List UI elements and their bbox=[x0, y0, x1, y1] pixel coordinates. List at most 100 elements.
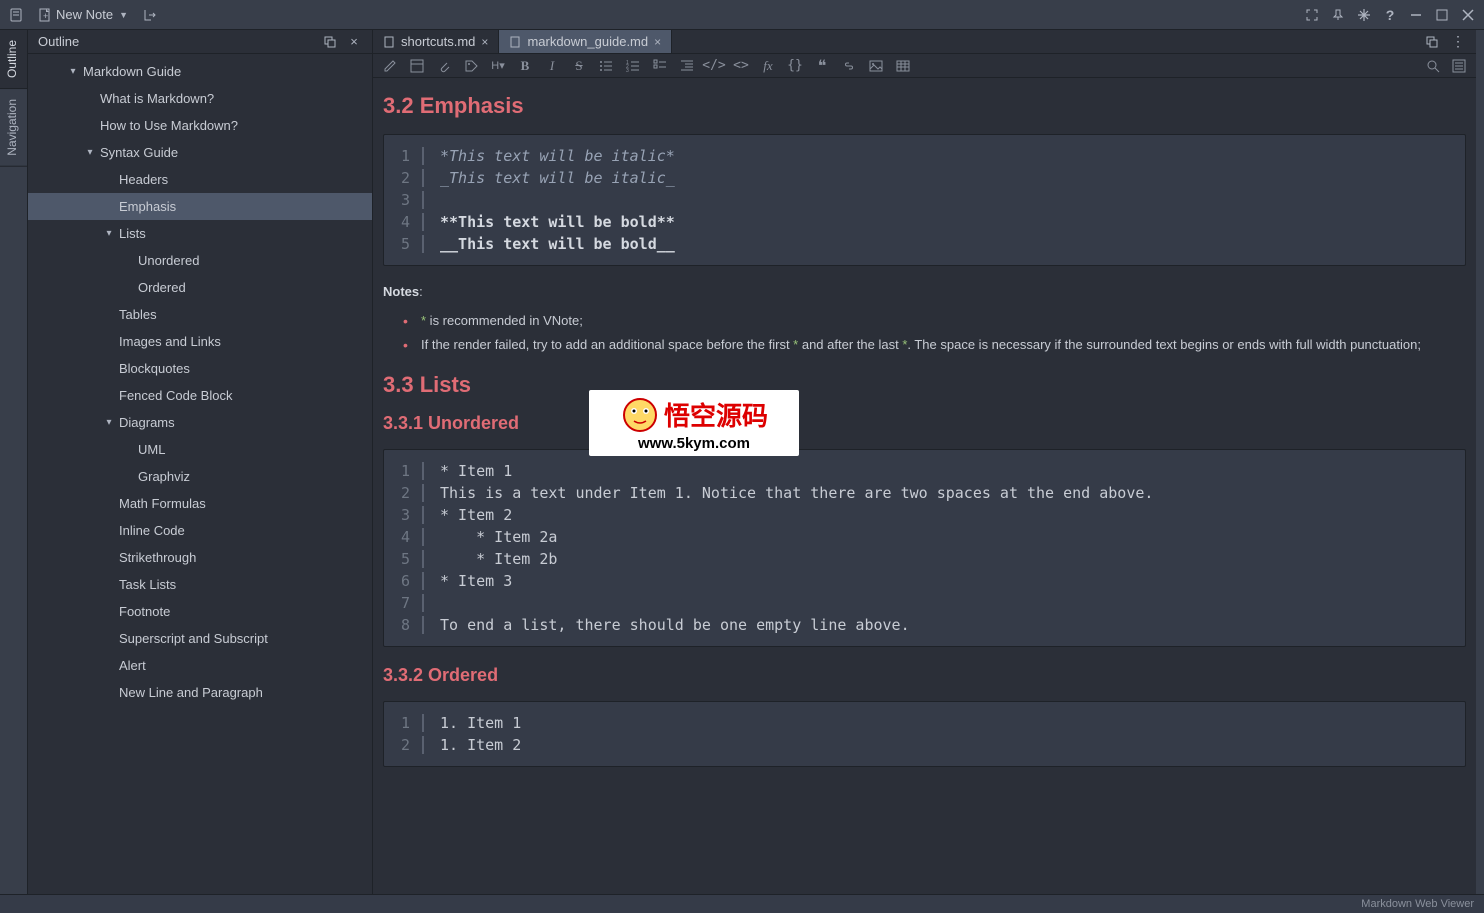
ol-icon[interactable]: 123 bbox=[624, 57, 642, 75]
tree-item[interactable]: Emphasis bbox=[28, 193, 372, 220]
tree-label: Lists bbox=[119, 226, 146, 241]
image-icon[interactable] bbox=[867, 57, 885, 75]
tree-item[interactable]: UML bbox=[28, 436, 372, 463]
side-tab-navigation[interactable]: Navigation bbox=[0, 89, 27, 167]
status-text: Markdown Web Viewer bbox=[1361, 898, 1474, 910]
tree-label: Tables bbox=[119, 307, 157, 322]
tab-close-icon[interactable]: × bbox=[481, 35, 488, 49]
expand-icon[interactable] bbox=[1304, 7, 1320, 23]
math-icon[interactable]: fx bbox=[759, 57, 777, 75]
link-icon[interactable] bbox=[840, 57, 858, 75]
tree-item[interactable]: Graphviz bbox=[28, 463, 372, 490]
tree-label: Headers bbox=[119, 172, 168, 187]
tree-item[interactable]: Blockquotes bbox=[28, 355, 372, 382]
section-icon[interactable] bbox=[408, 57, 426, 75]
code-line: 21. Item 2 bbox=[384, 734, 1465, 756]
editor-tab[interactable]: markdown_guide.md× bbox=[499, 30, 672, 53]
content-scrollbar[interactable] bbox=[1476, 30, 1484, 894]
close-icon[interactable] bbox=[1460, 7, 1476, 23]
tree-item[interactable]: What is Markdown? bbox=[28, 85, 372, 112]
tree-label: Math Formulas bbox=[119, 496, 206, 511]
tree-item[interactable]: New Line and Paragraph bbox=[28, 679, 372, 706]
tree-item[interactable]: Alert bbox=[28, 652, 372, 679]
caret-icon bbox=[103, 309, 115, 321]
tree-item[interactable]: ▾Syntax Guide bbox=[28, 139, 372, 166]
line-number: 3 bbox=[384, 506, 424, 524]
tree-item[interactable]: Headers bbox=[28, 166, 372, 193]
caret-icon bbox=[103, 363, 115, 375]
inline-code-icon[interactable]: <> bbox=[732, 57, 750, 75]
tree-item[interactable]: Strikethrough bbox=[28, 544, 372, 571]
notes-list: * is recommended in VNote; If the render… bbox=[407, 311, 1466, 354]
line-number: 1 bbox=[384, 714, 424, 732]
line-number: 2 bbox=[384, 169, 424, 187]
copy-icon[interactable] bbox=[322, 34, 338, 50]
help-icon[interactable]: ? bbox=[1382, 7, 1398, 23]
tree-item[interactable]: Ordered bbox=[28, 274, 372, 301]
braces-icon[interactable]: {} bbox=[786, 57, 804, 75]
tree-item[interactable]: Unordered bbox=[28, 247, 372, 274]
code-text: __This text will be bold__ bbox=[440, 235, 675, 253]
settings-icon[interactable] bbox=[1356, 7, 1372, 23]
search-icon[interactable] bbox=[1424, 57, 1442, 75]
svg-text:3: 3 bbox=[626, 68, 629, 73]
notebook-icon[interactable] bbox=[8, 7, 24, 23]
windows-icon[interactable] bbox=[1424, 34, 1440, 50]
tree-item[interactable]: Tables bbox=[28, 301, 372, 328]
pin-icon[interactable] bbox=[1330, 7, 1346, 23]
checklist-icon[interactable] bbox=[651, 57, 669, 75]
caret-icon bbox=[84, 93, 96, 105]
new-note-label: New Note bbox=[56, 7, 113, 22]
code-text: * Item 2a bbox=[440, 528, 557, 546]
heading-icon[interactable]: H▾ bbox=[489, 57, 507, 75]
tree-item[interactable]: Fenced Code Block bbox=[28, 382, 372, 409]
tree-item[interactable]: Footnote bbox=[28, 598, 372, 625]
code-line: 7 bbox=[384, 592, 1465, 614]
tree-item[interactable]: Task Lists bbox=[28, 571, 372, 598]
editor-tab[interactable]: shortcuts.md× bbox=[373, 30, 499, 53]
quote-icon[interactable]: ❝ bbox=[813, 57, 831, 75]
sidebar: Outline × ▾Markdown GuideWhat is Markdow… bbox=[28, 30, 373, 894]
tree-item[interactable]: ▾Lists bbox=[28, 220, 372, 247]
new-note-button[interactable]: + New Note ▼ bbox=[34, 5, 132, 24]
table-icon[interactable] bbox=[894, 57, 912, 75]
watermark-text: 悟空源码 bbox=[664, 396, 768, 433]
toc-icon[interactable] bbox=[1450, 57, 1468, 75]
bold-icon[interactable]: B bbox=[516, 57, 534, 75]
caret-icon bbox=[103, 498, 115, 510]
side-tab-outline[interactable]: Outline bbox=[0, 30, 27, 89]
line-number: 1 bbox=[384, 147, 424, 165]
panel-close-icon[interactable]: × bbox=[346, 34, 362, 50]
heading-lists: 3.3 Lists bbox=[383, 372, 1466, 398]
tree-item[interactable]: ▾Markdown Guide bbox=[28, 58, 372, 85]
sidebar-header: Outline × bbox=[28, 30, 372, 54]
line-number: 1 bbox=[384, 462, 424, 480]
tree-item[interactable]: How to Use Markdown? bbox=[28, 112, 372, 139]
ul-icon[interactable] bbox=[597, 57, 615, 75]
tag-icon[interactable] bbox=[462, 57, 480, 75]
attachment-icon[interactable] bbox=[435, 57, 453, 75]
caret-icon bbox=[84, 120, 96, 132]
file-icon bbox=[383, 36, 395, 48]
more-icon[interactable]: ⋮ bbox=[1450, 34, 1466, 50]
markdown-viewer[interactable]: 悟空源码 www.5kym.com 3.2 Emphasis 1*This te… bbox=[373, 78, 1476, 894]
line-number: 4 bbox=[384, 213, 424, 231]
line-number: 3 bbox=[384, 191, 424, 209]
tree-item[interactable]: Inline Code bbox=[28, 517, 372, 544]
indent-icon[interactable] bbox=[678, 57, 696, 75]
import-icon[interactable] bbox=[142, 7, 158, 23]
tree-item[interactable]: Math Formulas bbox=[28, 490, 372, 517]
tree-item[interactable]: Images and Links bbox=[28, 328, 372, 355]
heading-ordered: 3.3.2 Ordered bbox=[383, 665, 1466, 686]
strike-icon[interactable]: S bbox=[570, 57, 588, 75]
tree-item[interactable]: ▾Diagrams bbox=[28, 409, 372, 436]
italic-icon[interactable]: I bbox=[543, 57, 561, 75]
code-icon[interactable]: </> bbox=[705, 57, 723, 75]
code-line: 5__This text will be bold__ bbox=[384, 233, 1465, 255]
minimize-icon[interactable] bbox=[1408, 7, 1424, 23]
maximize-icon[interactable] bbox=[1434, 7, 1450, 23]
edit-icon[interactable] bbox=[381, 57, 399, 75]
tree-item[interactable]: Superscript and Subscript bbox=[28, 625, 372, 652]
code-line: 3* Item 2 bbox=[384, 504, 1465, 526]
tab-close-icon[interactable]: × bbox=[654, 35, 661, 49]
